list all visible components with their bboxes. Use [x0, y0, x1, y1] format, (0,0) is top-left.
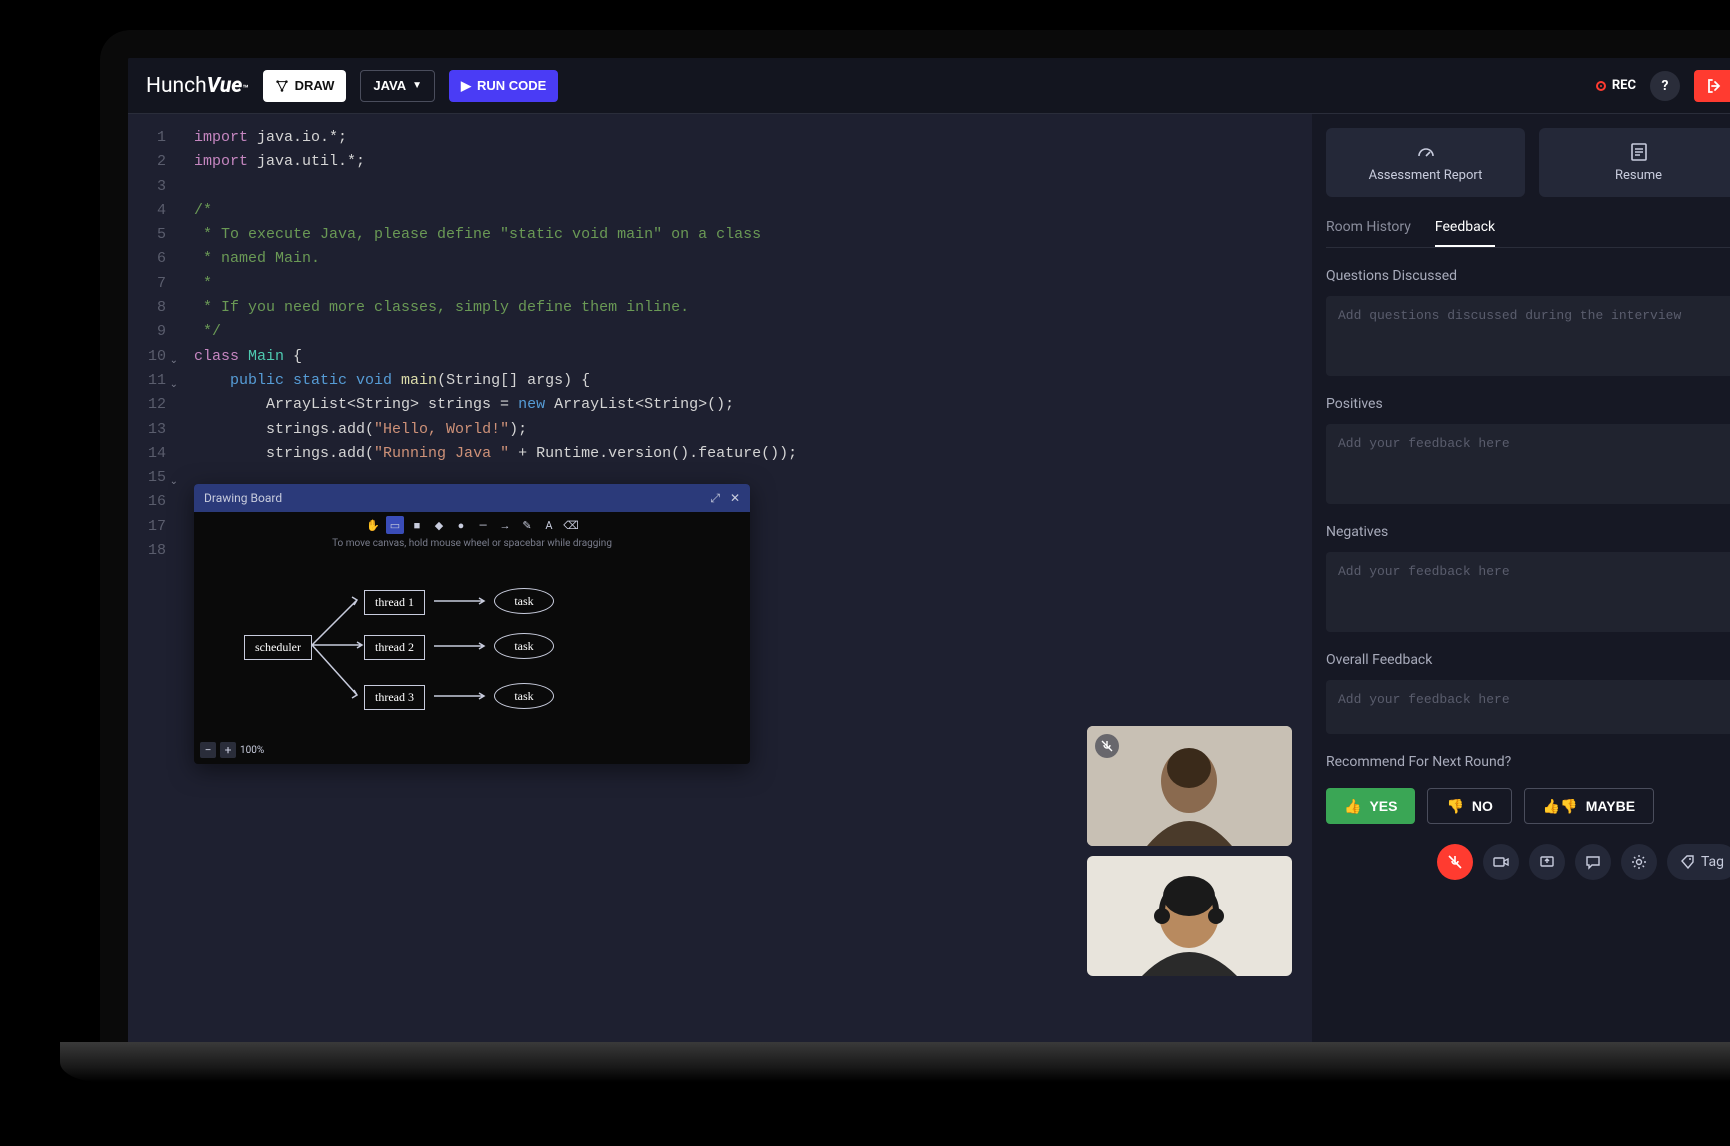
recommend-label: Recommend For Next Round? — [1326, 754, 1730, 770]
questions-input[interactable] — [1326, 296, 1730, 376]
settings-button[interactable] — [1621, 844, 1657, 880]
code-editor[interactable]: 1 2 3 4 5 6 7 8 9 10⌄ 11⌄ 12 13 14 15⌄ 1… — [128, 114, 1312, 1070]
exit-icon — [1706, 78, 1722, 94]
chevron-down-icon: ▼ — [412, 80, 422, 91]
canvas-node[interactable]: task — [494, 683, 554, 709]
avatar — [1087, 856, 1292, 976]
eraser-tool-icon[interactable]: ⌫ — [562, 516, 580, 534]
gauge-icon — [1416, 142, 1436, 162]
control-bar: Tag — [1326, 844, 1730, 880]
arrow-tool-icon[interactable]: → — [496, 516, 514, 534]
drawing-toolbar: ✋ ▭ ■ ◆ ● — → ✎ A ⌫ — [194, 512, 750, 538]
questions-label: Questions Discussed — [1326, 268, 1730, 284]
tag-icon — [1681, 855, 1695, 869]
chat-button[interactable] — [1575, 844, 1611, 880]
mic-off-icon — [1447, 854, 1463, 870]
assessment-report-card[interactable]: Assessment Report — [1326, 128, 1525, 197]
zoom-level: 100% — [240, 745, 264, 756]
hand-tool-icon[interactable]: ✋ — [364, 516, 382, 534]
record-icon — [1596, 81, 1606, 91]
draw-icon — [275, 79, 289, 93]
help-button[interactable]: ? — [1650, 71, 1680, 101]
line-tool-icon[interactable]: — — [474, 516, 492, 534]
tab-room-history[interactable]: Room History — [1326, 209, 1411, 247]
draw-button[interactable]: DRAW — [263, 70, 347, 102]
drawing-board-title: Drawing Board — [204, 491, 282, 505]
recommend-maybe-button[interactable]: 👍👎MAYBE — [1524, 788, 1654, 824]
drawing-board-titlebar[interactable]: Drawing Board ⤢ ✕ — [194, 484, 750, 512]
zoom-out-button[interactable]: − — [200, 742, 216, 758]
camera-icon — [1493, 854, 1509, 870]
feedback-panel: Assessment Report Resume Room History Fe… — [1312, 114, 1730, 1070]
text-tool-icon[interactable]: A — [540, 516, 558, 534]
overall-label: Overall Feedback — [1326, 652, 1730, 668]
panel-tabs: Room History Feedback — [1326, 209, 1730, 248]
zoom-controls: − + 100% — [200, 742, 264, 758]
document-icon — [1630, 142, 1648, 162]
close-icon[interactable]: ✕ — [730, 491, 740, 506]
resume-card[interactable]: Resume — [1539, 128, 1730, 197]
canvas-node[interactable]: task — [494, 633, 554, 659]
negatives-input[interactable] — [1326, 552, 1730, 632]
pen-tool-icon[interactable]: ✎ — [518, 516, 536, 534]
zoom-in-button[interactable]: + — [220, 742, 236, 758]
drawing-hint: To move canvas, hold mouse wheel or spac… — [194, 538, 750, 555]
canvas-node[interactable]: thread 2 — [364, 635, 425, 660]
thumbs-up-down-icon: 👍👎 — [1543, 798, 1578, 815]
recommend-yes-button[interactable]: 👍YES — [1326, 788, 1415, 824]
play-icon: ▶ — [461, 78, 471, 94]
thumbs-up-icon: 👍 — [1344, 798, 1361, 815]
select-tool-icon[interactable]: ▭ — [386, 516, 404, 534]
exit-button[interactable] — [1694, 70, 1730, 102]
camera-toggle-button[interactable] — [1483, 844, 1519, 880]
laptop-base — [60, 1042, 1730, 1082]
tag-button[interactable]: Tag — [1667, 844, 1730, 880]
brand-logo: HunchVue™ — [146, 74, 249, 98]
recording-indicator[interactable]: REC — [1596, 78, 1636, 93]
screen-icon — [1539, 854, 1555, 870]
recommend-no-button[interactable]: 👎NO — [1427, 788, 1511, 824]
diamond-tool-icon[interactable]: ◆ — [430, 516, 448, 534]
mic-muted-icon — [1095, 734, 1119, 758]
run-code-button[interactable]: ▶ RUN CODE — [449, 70, 558, 102]
line-gutter: 1 2 3 4 5 6 7 8 9 10⌄ 11⌄ 12 13 14 15⌄ 1… — [128, 114, 176, 1070]
canvas-node[interactable]: thread 1 — [364, 590, 425, 615]
fold-icon[interactable]: ⌄ — [170, 374, 178, 398]
tab-feedback[interactable]: Feedback — [1435, 209, 1495, 247]
circle-tool-icon[interactable]: ● — [452, 516, 470, 534]
gear-icon — [1631, 854, 1647, 870]
screenshare-button[interactable] — [1529, 844, 1565, 880]
language-selector[interactable]: JAVA ▼ — [360, 70, 435, 102]
video-tile-remote[interactable] — [1087, 726, 1292, 846]
rect-tool-icon[interactable]: ■ — [408, 516, 426, 534]
negatives-label: Negatives — [1326, 524, 1730, 540]
positives-input[interactable] — [1326, 424, 1730, 504]
video-tile-local[interactable] — [1087, 856, 1292, 976]
mic-toggle-button[interactable] — [1437, 844, 1473, 880]
canvas-node[interactable]: task — [494, 588, 554, 614]
fold-icon[interactable]: ⌄ — [170, 471, 178, 495]
overall-input[interactable] — [1326, 680, 1730, 734]
canvas-node[interactable]: scheduler — [244, 635, 312, 660]
thumbs-down-icon: 👎 — [1446, 798, 1463, 815]
positives-label: Positives — [1326, 396, 1730, 412]
expand-icon[interactable]: ⤢ — [710, 491, 720, 506]
topbar: HunchVue™ DRAW JAVA ▼ ▶ RUN CODE REC ? — [128, 58, 1730, 114]
drawing-board-panel[interactable]: Drawing Board ⤢ ✕ ✋ ▭ ■ ◆ ● — → — [194, 484, 750, 764]
canvas-node[interactable]: thread 3 — [364, 685, 425, 710]
fold-icon[interactable]: ⌄ — [170, 350, 178, 374]
chat-icon — [1585, 854, 1601, 870]
